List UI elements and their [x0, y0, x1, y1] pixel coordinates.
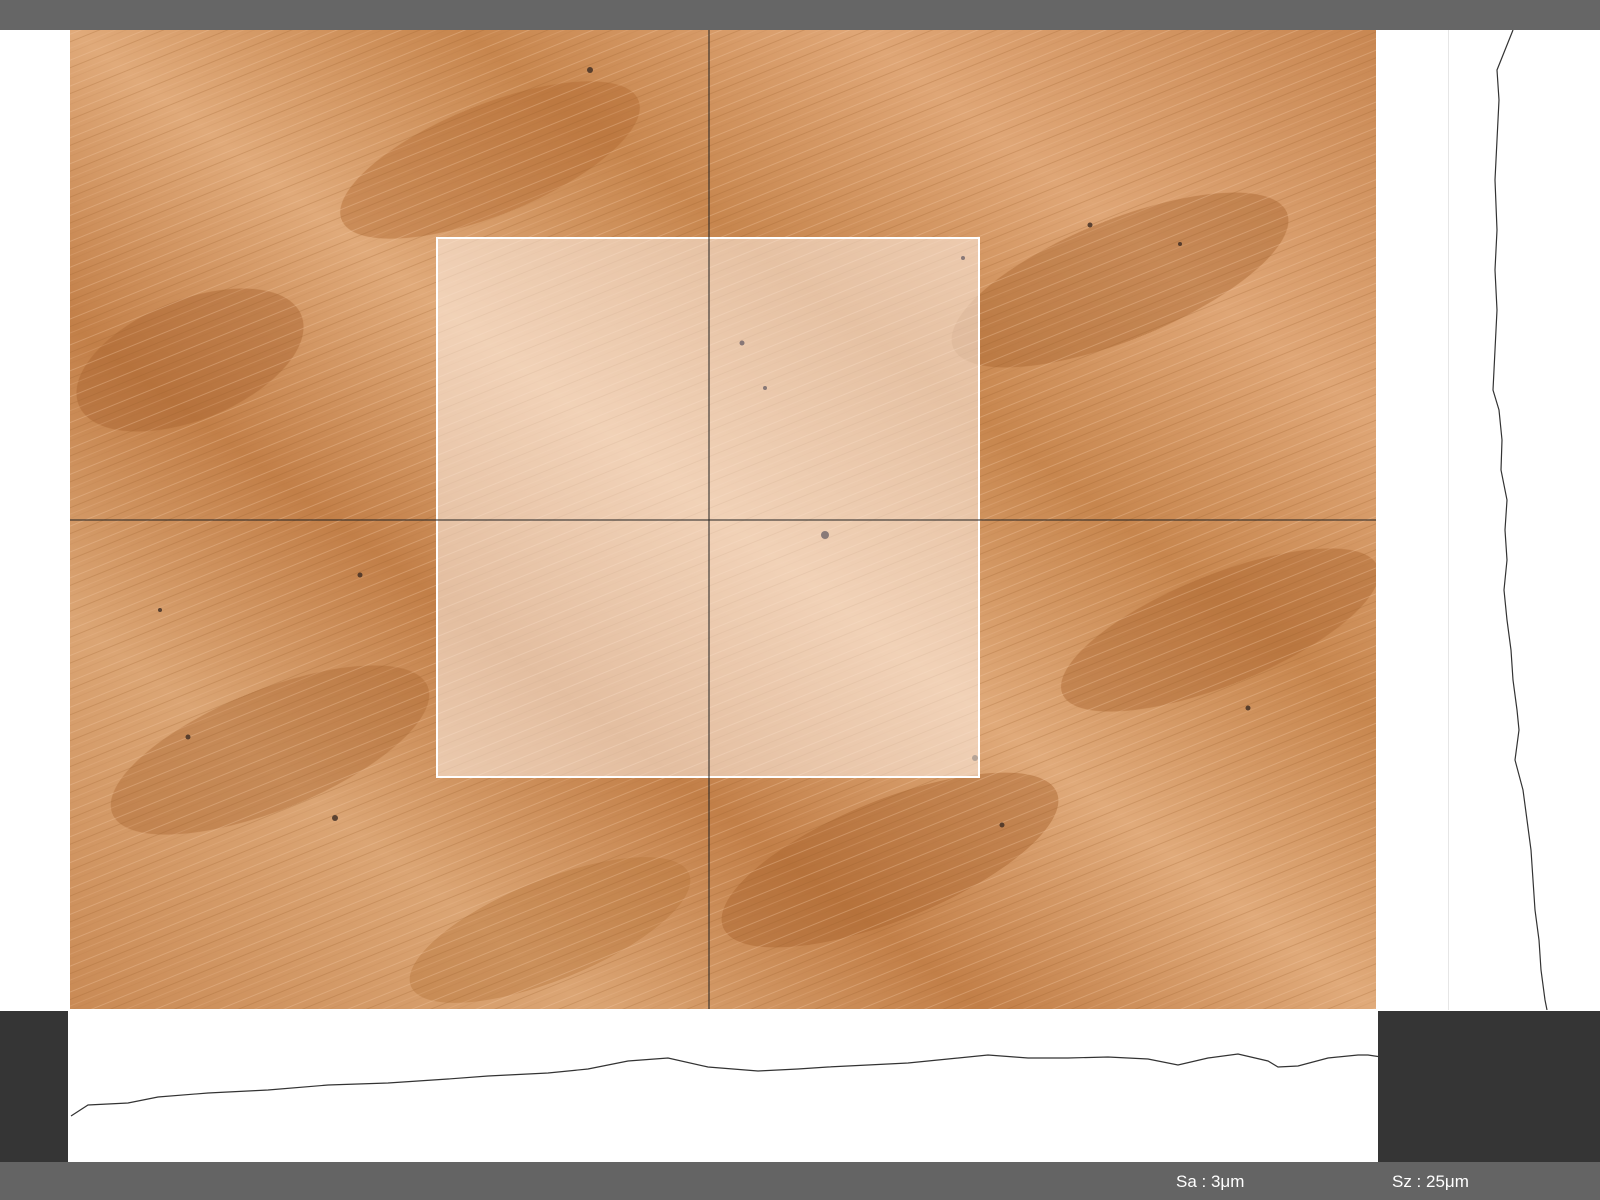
microscope-image-view[interactable]: [70, 30, 1376, 1009]
wood-surface-image: [70, 30, 1376, 1009]
bottom-left-panel: [0, 1011, 68, 1162]
horizontal-profile-panel: [68, 1011, 1419, 1162]
measurement-region[interactable]: [436, 237, 980, 778]
horizontal-profile-curve: [70, 1053, 1419, 1117]
title-bar: [0, 0, 1600, 30]
vertical-profile-curve: [1492, 29, 1548, 1011]
status-bar: Sa : 3μm Sz : 25μm: [0, 1162, 1600, 1200]
bottom-right-panel: [1378, 1011, 1600, 1162]
left-margin: [0, 30, 70, 1010]
vertical-profile-panel: [1449, 29, 1600, 1011]
sz-readout: Sz : 25μm: [1392, 1172, 1469, 1191]
right-gap: [1376, 30, 1449, 1010]
sa-readout: Sa : 3μm: [1176, 1172, 1245, 1191]
